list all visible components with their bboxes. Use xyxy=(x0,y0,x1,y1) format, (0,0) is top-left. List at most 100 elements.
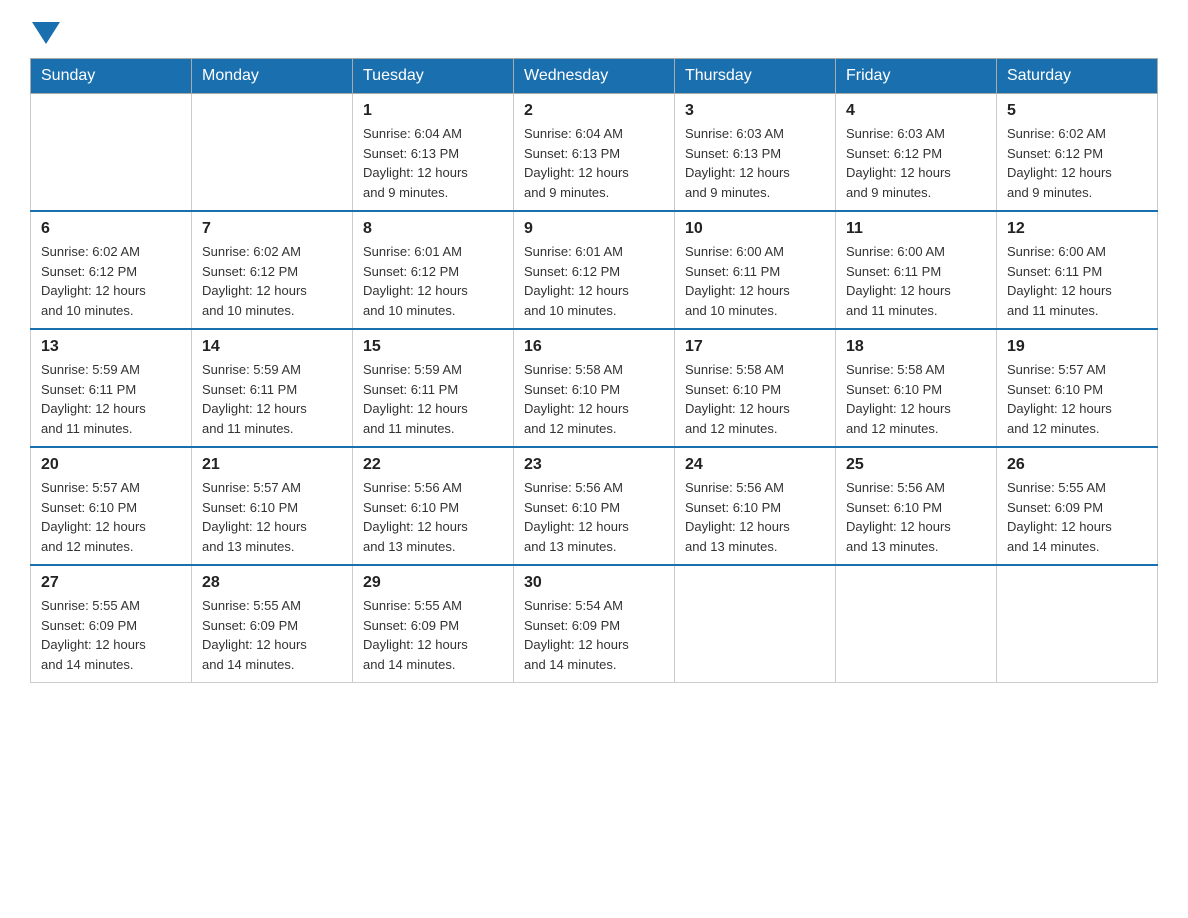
calendar-cell: 14Sunrise: 5:59 AM Sunset: 6:11 PM Dayli… xyxy=(192,329,353,447)
day-number: 30 xyxy=(524,574,664,592)
day-info: Sunrise: 5:58 AM Sunset: 6:10 PM Dayligh… xyxy=(846,360,986,438)
calendar-cell: 17Sunrise: 5:58 AM Sunset: 6:10 PM Dayli… xyxy=(675,329,836,447)
calendar-cell: 2 Sunrise: 6:04 AM Sunset: 6:13 PM Daylig… xyxy=(514,94,675,212)
weekday-header-saturday: Saturday xyxy=(997,59,1158,94)
weekday-header-row: SundayMondayTuesdayWednesdayThursdayFrid… xyxy=(31,59,1158,94)
day-info: Sunrise: 5:56 AM Sunset: 6:10 PM Dayligh… xyxy=(524,478,664,556)
calendar-cell: 8 Sunrise: 6:01 AM Sunset: 6:12 PM Daylig… xyxy=(353,211,514,329)
day-info: Sunrise: 5:57 AM Sunset: 6:10 PM Dayligh… xyxy=(202,478,342,556)
day-number: 23 xyxy=(524,456,664,474)
day-number: 21 xyxy=(202,456,342,474)
day-number: 18 xyxy=(846,338,986,356)
calendar-cell xyxy=(997,565,1158,683)
calendar-header: SundayMondayTuesdayWednesdayThursdayFrid… xyxy=(31,59,1158,94)
calendar-cell xyxy=(836,565,997,683)
calendar-week-row: 27 Sunrise: 5:55 AM Sunset: 6:09 PM Dayli… xyxy=(31,565,1158,683)
day-info: Sunrise: 5:54 AM Sunset: 6:09 PM Dayligh… xyxy=(524,596,664,674)
calendar-cell: 10 Sunrise: 6:00 AM Sunset: 6:11 PM Dayli… xyxy=(675,211,836,329)
calendar-cell: 28 Sunrise: 5:55 AM Sunset: 6:09 PM Dayli… xyxy=(192,565,353,683)
day-info: Sunrise: 6:00 AM Sunset: 6:11 PM Dayligh… xyxy=(685,242,825,320)
calendar-cell: 23 Sunrise: 5:56 AM Sunset: 6:10 PM Dayli… xyxy=(514,447,675,565)
day-number: 15 xyxy=(363,338,503,356)
day-info: Sunrise: 5:55 AM Sunset: 6:09 PM Dayligh… xyxy=(41,596,181,674)
day-number: 5 xyxy=(1007,102,1147,120)
calendar-cell: 11 Sunrise: 6:00 AM Sunset: 6:11 PM Dayli… xyxy=(836,211,997,329)
day-number: 6 xyxy=(41,220,181,238)
day-info: Sunrise: 5:59 AM Sunset: 6:11 PM Dayligh… xyxy=(41,360,181,438)
day-info: Sunrise: 6:01 AM Sunset: 6:12 PM Dayligh… xyxy=(363,242,503,320)
day-info: Sunrise: 6:03 AM Sunset: 6:13 PM Dayligh… xyxy=(685,124,825,202)
day-number: 19 xyxy=(1007,338,1147,356)
day-number: 22 xyxy=(363,456,503,474)
calendar-cell: 26 Sunrise: 5:55 AM Sunset: 6:09 PM Dayli… xyxy=(997,447,1158,565)
day-number: 13 xyxy=(41,338,181,356)
day-info: Sunrise: 5:56 AM Sunset: 6:10 PM Dayligh… xyxy=(363,478,503,556)
day-info: Sunrise: 6:04 AM Sunset: 6:13 PM Dayligh… xyxy=(363,124,503,202)
day-number: 3 xyxy=(685,102,825,120)
calendar-week-row: 6 Sunrise: 6:02 AM Sunset: 6:12 PM Daylig… xyxy=(31,211,1158,329)
day-number: 28 xyxy=(202,574,342,592)
calendar-cell: 24 Sunrise: 5:56 AM Sunset: 6:10 PM Dayli… xyxy=(675,447,836,565)
day-number: 2 xyxy=(524,102,664,120)
day-info: Sunrise: 6:04 AM Sunset: 6:13 PM Dayligh… xyxy=(524,124,664,202)
day-info: Sunrise: 5:55 AM Sunset: 6:09 PM Dayligh… xyxy=(363,596,503,674)
day-info: Sunrise: 5:58 AM Sunset: 6:10 PM Dayligh… xyxy=(685,360,825,438)
calendar-cell: 30 Sunrise: 5:54 AM Sunset: 6:09 PM Dayli… xyxy=(514,565,675,683)
calendar-cell: 20Sunrise: 5:57 AM Sunset: 6:10 PM Dayli… xyxy=(31,447,192,565)
calendar-week-row: 1 Sunrise: 6:04 AM Sunset: 6:13 PM Daylig… xyxy=(31,94,1158,212)
calendar-cell xyxy=(31,94,192,212)
day-number: 24 xyxy=(685,456,825,474)
calendar-cell: 4Sunrise: 6:03 AM Sunset: 6:12 PM Daylig… xyxy=(836,94,997,212)
day-number: 29 xyxy=(363,574,503,592)
day-number: 10 xyxy=(685,220,825,238)
weekday-header-sunday: Sunday xyxy=(31,59,192,94)
day-info: Sunrise: 5:58 AM Sunset: 6:10 PM Dayligh… xyxy=(524,360,664,438)
day-number: 27 xyxy=(41,574,181,592)
calendar-cell: 29 Sunrise: 5:55 AM Sunset: 6:09 PM Dayli… xyxy=(353,565,514,683)
day-info: Sunrise: 5:57 AM Sunset: 6:10 PM Dayligh… xyxy=(1007,360,1147,438)
weekday-header-tuesday: Tuesday xyxy=(353,59,514,94)
day-info: Sunrise: 6:00 AM Sunset: 6:11 PM Dayligh… xyxy=(1007,242,1147,320)
calendar-cell: 9Sunrise: 6:01 AM Sunset: 6:12 PM Daylig… xyxy=(514,211,675,329)
calendar-body: 1 Sunrise: 6:04 AM Sunset: 6:13 PM Daylig… xyxy=(31,94,1158,683)
logo-triangle-icon xyxy=(32,22,60,46)
day-number: 20 xyxy=(41,456,181,474)
day-number: 7 xyxy=(202,220,342,238)
calendar-cell xyxy=(192,94,353,212)
calendar-week-row: 13 Sunrise: 5:59 AM Sunset: 6:11 PM Dayli… xyxy=(31,329,1158,447)
weekday-header-thursday: Thursday xyxy=(675,59,836,94)
day-info: Sunrise: 6:02 AM Sunset: 6:12 PM Dayligh… xyxy=(41,242,181,320)
calendar-cell: 12 Sunrise: 6:00 AM Sunset: 6:11 PM Dayli… xyxy=(997,211,1158,329)
day-info: Sunrise: 6:02 AM Sunset: 6:12 PM Dayligh… xyxy=(1007,124,1147,202)
day-info: Sunrise: 5:55 AM Sunset: 6:09 PM Dayligh… xyxy=(1007,478,1147,556)
calendar-cell: 21 Sunrise: 5:57 AM Sunset: 6:10 PM Dayli… xyxy=(192,447,353,565)
calendar-week-row: 20 Sunrise: 5:57 AM Sunset: 6:10 PM Dayli… xyxy=(31,447,1158,565)
calendar-cell: 18 Sunrise: 5:58 AM Sunset: 6:10 PM Dayli… xyxy=(836,329,997,447)
logo xyxy=(30,20,60,42)
day-info: Sunrise: 5:56 AM Sunset: 6:10 PM Dayligh… xyxy=(685,478,825,556)
day-number: 11 xyxy=(846,220,986,238)
calendar-cell: 15 Sunrise: 5:59 AM Sunset: 6:11 PM Dayli… xyxy=(353,329,514,447)
day-number: 25 xyxy=(846,456,986,474)
calendar-cell: 19 Sunrise: 5:57 AM Sunset: 6:10 PM Dayli… xyxy=(997,329,1158,447)
day-info: Sunrise: 6:03 AM Sunset: 6:12 PM Dayligh… xyxy=(846,124,986,202)
day-info: Sunrise: 6:01 AM Sunset: 6:12 PM Dayligh… xyxy=(524,242,664,320)
day-number: 12 xyxy=(1007,220,1147,238)
day-number: 1 xyxy=(363,102,503,120)
day-info: Sunrise: 5:59 AM Sunset: 6:11 PM Dayligh… xyxy=(363,360,503,438)
day-info: Sunrise: 6:00 AM Sunset: 6:11 PM Dayligh… xyxy=(846,242,986,320)
day-info: Sunrise: 6:02 AM Sunset: 6:12 PM Dayligh… xyxy=(202,242,342,320)
day-number: 8 xyxy=(363,220,503,238)
weekday-header-monday: Monday xyxy=(192,59,353,94)
day-number: 14 xyxy=(202,338,342,356)
calendar-cell: 1 Sunrise: 6:04 AM Sunset: 6:13 PM Daylig… xyxy=(353,94,514,212)
calendar-cell: 5 Sunrise: 6:02 AM Sunset: 6:12 PM Daylig… xyxy=(997,94,1158,212)
page-header xyxy=(30,20,1158,42)
calendar-cell: 16Sunrise: 5:58 AM Sunset: 6:10 PM Dayli… xyxy=(514,329,675,447)
calendar-cell xyxy=(675,565,836,683)
calendar-cell: 6 Sunrise: 6:02 AM Sunset: 6:12 PM Daylig… xyxy=(31,211,192,329)
weekday-header-friday: Friday xyxy=(836,59,997,94)
day-info: Sunrise: 5:55 AM Sunset: 6:09 PM Dayligh… xyxy=(202,596,342,674)
day-number: 26 xyxy=(1007,456,1147,474)
calendar-cell: 13 Sunrise: 5:59 AM Sunset: 6:11 PM Dayli… xyxy=(31,329,192,447)
